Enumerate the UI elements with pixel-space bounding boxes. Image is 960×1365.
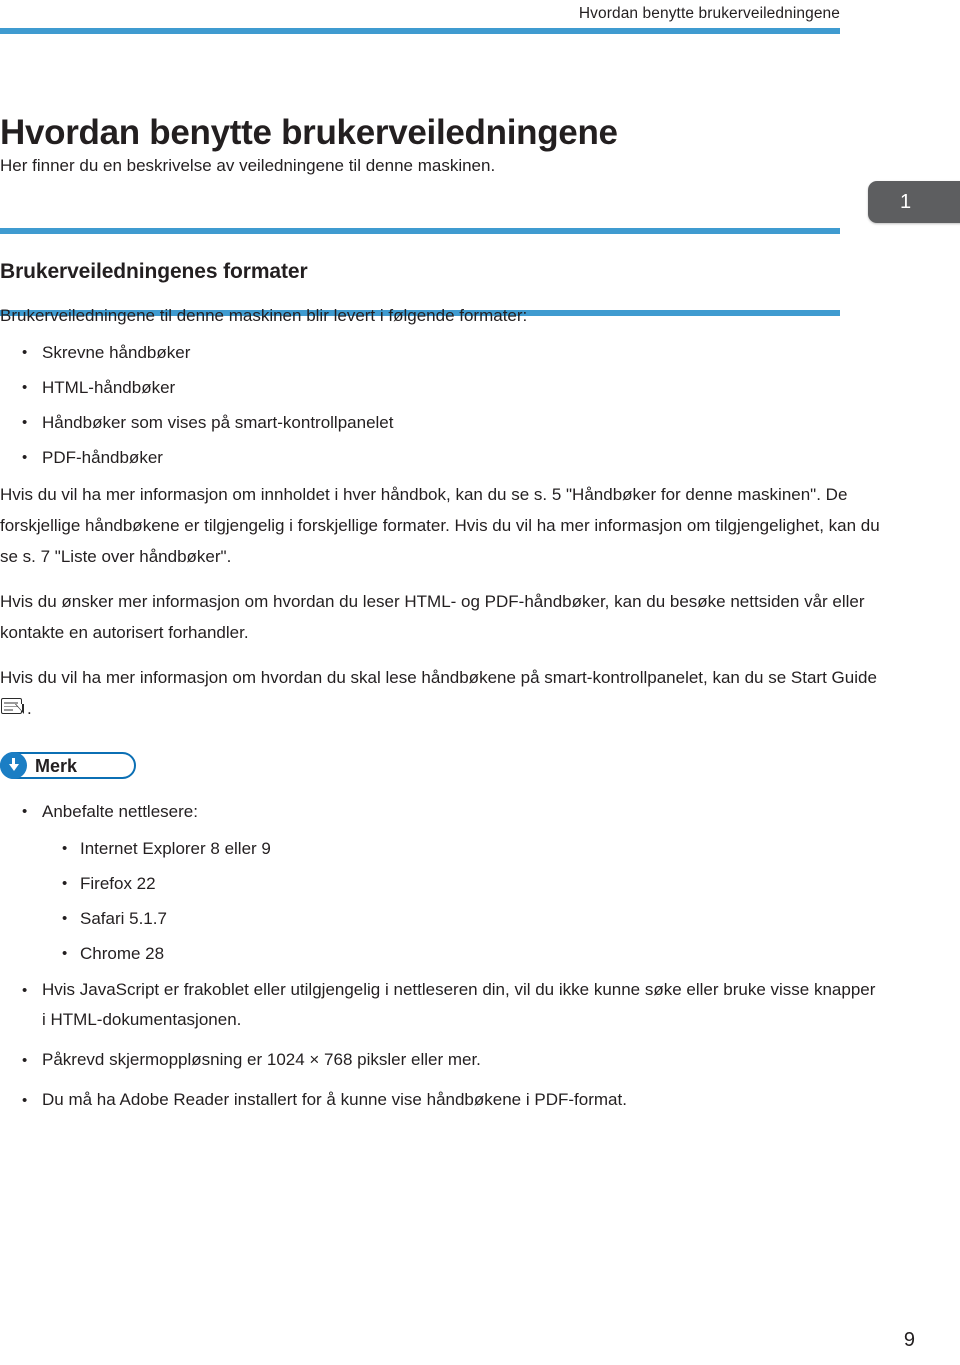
page-title: Hvordan benytte brukerveiledningene [0,113,618,153]
running-header-title: Hvordan benytte brukerveiledningene [578,5,840,22]
formats-intro: Brukerveiledningene til denne maskinen b… [0,306,528,325]
note-badge-label: Merk [35,756,78,776]
list-item: Skrevne håndbøker [0,337,880,368]
note-requirements-list: Hvis JavaScript er frakoblet eller utilg… [0,975,880,1116]
list-item: Håndbøker som vises på smart-kontrollpan… [0,407,880,438]
chapter-tab: 1 [868,181,960,223]
note-browsers-sublist: Internet Explorer 8 eller 9 Firefox 22 S… [0,833,880,969]
paragraph-handbook-contents: Hvis du vil ha mer informasjon om innhol… [0,485,880,566]
body-flow: Brukerveiledningene til denne maskinen b… [0,300,880,1125]
start-guide-document-icon [1,697,26,719]
chapter-tab-number: 1 [900,191,912,213]
formats-list: Skrevne håndbøker HTML-håndbøker Håndbøk… [0,337,880,473]
down-arrow-circle-icon [0,752,27,779]
footer-page-number: 9 [903,1329,915,1351]
note-browsers-list: Anbefalte nettlesere: [0,796,880,827]
list-item: Hvis JavaScript er frakoblet eller utilg… [0,975,880,1035]
paragraph-start-guide-suffix: . [27,699,32,718]
list-item: Du må ha Adobe Reader installert for å k… [0,1085,880,1116]
note-badge: Merk [0,752,136,779]
list-item: HTML-håndbøker [0,372,880,403]
section-heading: Brukerveiledningenes formater [0,260,308,284]
list-item: Påkrevd skjermoppløsning er 1024 × 768 p… [0,1045,880,1076]
paragraph-start-guide: Hvis du vil ha mer informasjon om hvorda… [0,662,880,724]
paragraph-start-guide-text: Hvis du vil ha mer informasjon om hvorda… [0,668,877,687]
list-item: PDF-håndbøker [0,442,880,473]
list-item: Anbefalte nettlesere: [0,796,880,827]
list-item: Firefox 22 [0,868,880,899]
list-item: Internet Explorer 8 eller 9 [0,833,880,864]
section-rule-top [0,228,840,234]
list-item: Safari 5.1.7 [0,903,880,934]
page-subtitle: Her finner du en beskrivelse av veiledni… [0,156,496,175]
header-rule [0,28,840,34]
paragraph-html-pdf-info: Hvis du ønsker mer informasjon om hvorda… [0,592,865,642]
list-item: Chrome 28 [0,938,880,969]
page-header: Hvordan benytte brukerveiledningene [0,0,960,40]
